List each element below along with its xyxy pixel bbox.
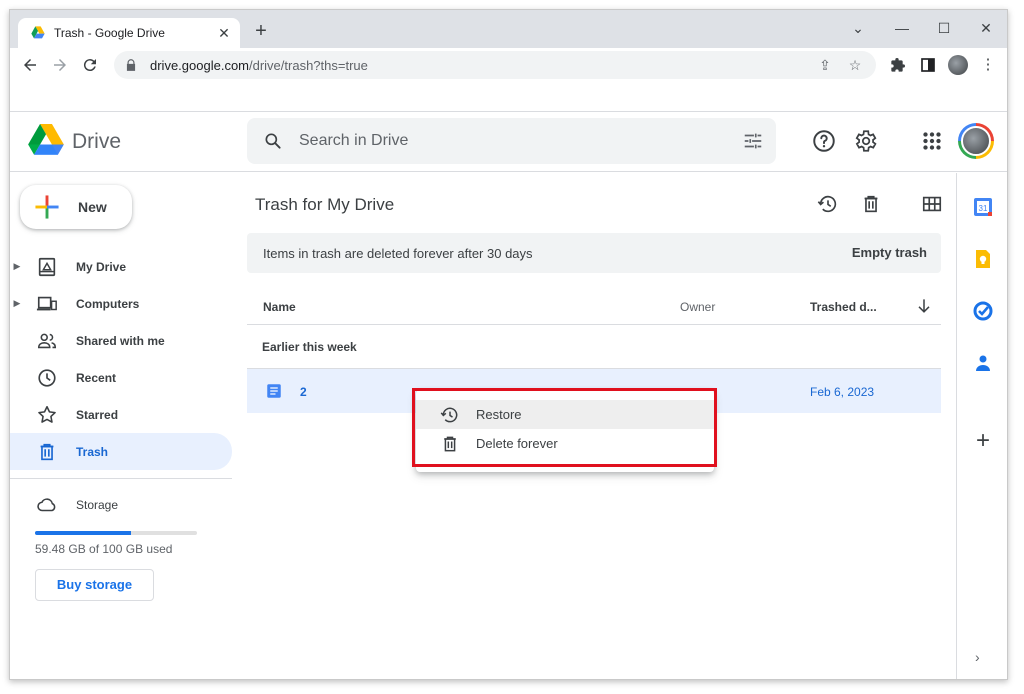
sidebar-divider: [10, 478, 232, 479]
grid-view-icon[interactable]: [921, 193, 943, 215]
divider: [247, 324, 941, 325]
account-avatar[interactable]: [958, 123, 994, 159]
storage-usage-text: 59.48 GB of 100 GB used: [35, 542, 173, 556]
trash-info-banner: Items in trash are deleted forever after…: [247, 233, 941, 273]
tab-strip: Trash - Google Drive ✕ + ⌄ — ☐ ✕: [10, 10, 1007, 48]
people-icon: [37, 333, 57, 348]
my-drive-icon: [38, 257, 56, 276]
restore-all-history-icon[interactable]: [817, 193, 839, 215]
address-bar[interactable]: drive.google.com/drive/trash?ths=true ⇪ …: [114, 51, 876, 79]
drive-favicon-icon: [31, 26, 45, 39]
back-arrow-icon[interactable]: [18, 53, 42, 77]
add-addon-plus-icon[interactable]: +: [972, 429, 994, 453]
trashed-date: Feb 6, 2023: [810, 385, 875, 399]
maximize-button[interactable]: ☐: [932, 16, 956, 40]
chevron-right-icon[interactable]: ›: [975, 649, 980, 665]
section-label: Earlier this week: [262, 340, 357, 354]
help-icon[interactable]: [811, 128, 837, 154]
clock-icon: [38, 368, 56, 387]
sidebar: New ▶ My Drive ▶ Computers Shared with m…: [10, 173, 240, 679]
drive-header: Drive: [10, 112, 1007, 172]
sidebar-item-starred[interactable]: Starred: [10, 396, 232, 433]
browser-menu-icon[interactable]: ⋮: [976, 53, 1000, 77]
sort-down-arrow-icon[interactable]: [914, 296, 934, 316]
expand-caret-icon[interactable]: ▶: [10, 298, 24, 309]
column-header-name[interactable]: Name: [263, 300, 296, 314]
new-label: New: [78, 199, 107, 215]
tab-title: Trash - Google Drive: [54, 26, 165, 40]
column-header-owner[interactable]: Owner: [680, 300, 715, 314]
sidebar-item-storage[interactable]: Storage: [10, 486, 232, 523]
browser-window: Trash - Google Drive ✕ + ⌄ — ☐ ✕ drive.g…: [9, 9, 1008, 680]
search-input[interactable]: [299, 132, 742, 150]
browser-toolbar: drive.google.com/drive/trash?ths=true ⇪ …: [10, 48, 1007, 82]
contacts-icon[interactable]: [971, 351, 995, 375]
docs-file-icon: [267, 384, 281, 398]
drive-logo-icon[interactable]: [28, 124, 64, 156]
computers-icon: [36, 296, 57, 310]
new-tab-button[interactable]: +: [250, 20, 272, 42]
brand-name[interactable]: Drive: [72, 130, 121, 154]
banner-text: Items in trash are deleted forever after…: [263, 246, 533, 261]
browser-tab[interactable]: Trash - Google Drive ✕: [18, 18, 240, 48]
share-icon[interactable]: ⇪: [814, 57, 836, 74]
star-icon: [38, 405, 56, 423]
tab-search-chevron-icon[interactable]: ⌄: [846, 16, 870, 40]
sidebar-item-shared-with-me[interactable]: Shared with me: [10, 322, 232, 359]
sidebar-item-my-drive[interactable]: ▶ My Drive: [10, 248, 232, 285]
file-name: 2: [300, 385, 307, 399]
sidebar-item-label: My Drive: [76, 259, 127, 274]
settings-gear-icon[interactable]: [852, 128, 878, 154]
trash-icon[interactable]: [860, 193, 882, 215]
new-button[interactable]: New: [20, 185, 132, 229]
minimize-button[interactable]: —: [890, 16, 914, 40]
keep-icon[interactable]: [971, 247, 995, 271]
plus-icon: [35, 195, 59, 219]
tasks-icon[interactable]: [971, 299, 995, 323]
close-window-button[interactable]: ✕: [974, 16, 998, 40]
bookmark-star-icon[interactable]: ☆: [844, 57, 866, 74]
storage-progress-fill: [35, 531, 132, 535]
trash-icon: [40, 443, 54, 460]
extensions-puzzle-icon[interactable]: [886, 53, 910, 77]
forward-arrow-icon[interactable]: [48, 53, 72, 77]
buy-storage-button[interactable]: Buy storage: [35, 569, 154, 601]
apps-grid-icon[interactable]: [919, 128, 945, 154]
calendar-icon[interactable]: 31: [971, 195, 995, 219]
search-bar[interactable]: [247, 118, 776, 164]
profile-avatar-icon[interactable]: [946, 53, 970, 77]
storage-progress-bar: [35, 531, 197, 535]
sidebar-item-recent[interactable]: Recent: [10, 359, 232, 396]
sidebar-item-label: Shared with me: [76, 333, 165, 348]
url-text: drive.google.com/drive/trash?ths=true: [150, 57, 368, 73]
sidebar-item-trash[interactable]: Trash: [10, 433, 232, 470]
empty-trash-button[interactable]: Empty trash: [852, 245, 927, 260]
reload-icon[interactable]: [78, 53, 102, 77]
sidebar-item-label: Trash: [76, 444, 109, 459]
lock-icon: [126, 59, 136, 71]
search-icon[interactable]: [263, 131, 283, 151]
sidebar-item-label: Starred: [76, 407, 119, 422]
bookmarks-bar: [10, 82, 1007, 112]
svg-text:31: 31: [979, 204, 988, 213]
sidebar-item-label: Computers: [76, 296, 140, 311]
page-title: Trash for My Drive: [255, 195, 395, 214]
sidebar-item-label: Storage: [76, 497, 119, 512]
cloud-icon: [37, 497, 56, 511]
close-tab-icon[interactable]: ✕: [216, 25, 232, 42]
annotation-highlight-box: [412, 388, 717, 467]
side-panel-icon[interactable]: [916, 53, 940, 77]
expand-caret-icon[interactable]: ▶: [10, 261, 24, 272]
sidebar-item-label: Recent: [76, 370, 117, 385]
search-options-icon[interactable]: [742, 130, 764, 152]
column-header-trashed-date[interactable]: Trashed d...: [810, 300, 877, 314]
sidebar-item-computers[interactable]: ▶ Computers: [10, 285, 232, 322]
side-panel: 31 + ›: [956, 173, 1007, 679]
